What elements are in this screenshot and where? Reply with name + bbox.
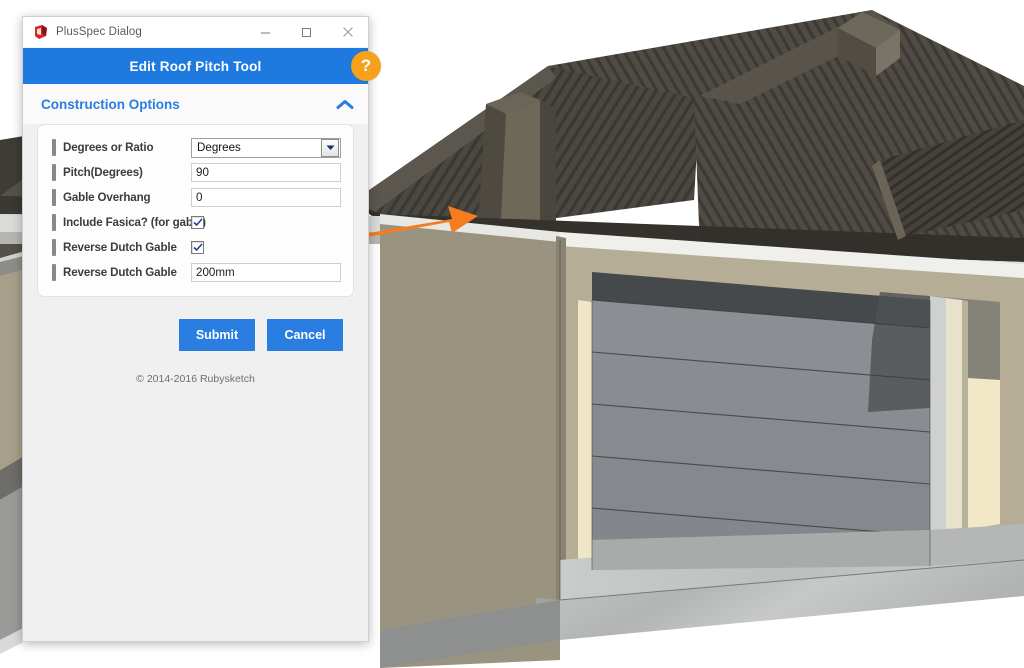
gable-overhang-input[interactable] [191, 188, 341, 207]
select-value: Degrees [197, 141, 241, 154]
field-accent-bar [52, 189, 56, 206]
maximize-button[interactable] [286, 18, 327, 47]
pitch-degrees-input[interactable] [191, 163, 341, 182]
field-accent-bar [52, 214, 56, 231]
field-accent-bar [52, 239, 56, 256]
reverse-dutch-gable-input[interactable] [191, 263, 341, 282]
field-label: Include Fasica? (for gable) [63, 216, 206, 229]
field-accent-bar [52, 264, 56, 281]
field-row-reverse-dutch-gable-toggle: Reverse Dutch Gable [38, 235, 353, 260]
field-row-degrees-or-ratio: Degrees or Ratio Degrees [38, 135, 353, 160]
dialog-title-bar[interactable]: PlusSpec Dialog [23, 17, 368, 48]
field-accent-bar [52, 164, 56, 181]
tool-title: Edit Roof Pitch Tool [129, 58, 262, 74]
section-title: Construction Options [41, 96, 180, 112]
field-row-include-fascia: Include Fasica? (for gable) [38, 210, 353, 235]
dialog-header-bar: Edit Roof Pitch Tool ? [23, 48, 381, 84]
screenshot-root: PlusSpec Dialog Edit Roof Pitch Tool ? C… [0, 0, 1024, 668]
plusspec-dialog-window[interactable]: PlusSpec Dialog Edit Roof Pitch Tool ? C… [22, 16, 381, 642]
degrees-or-ratio-select[interactable]: Degrees [191, 137, 341, 158]
field-row-gable-overhang: Gable Overhang [38, 185, 353, 210]
minimize-button[interactable] [245, 18, 286, 47]
dialog-body: Construction Options Degrees or Ratio De… [23, 84, 368, 641]
chevron-up-icon[interactable] [336, 99, 354, 110]
field-label: Degrees or Ratio [63, 141, 154, 154]
field-label: Reverse Dutch Gable [63, 241, 177, 254]
reverse-dutch-gable-checkbox[interactable] [191, 241, 204, 254]
construction-options-header[interactable]: Construction Options [23, 84, 368, 124]
field-row-reverse-dutch-gable-value: Reverse Dutch Gable [38, 260, 353, 285]
cancel-button[interactable]: Cancel [267, 319, 343, 351]
close-button[interactable] [327, 18, 368, 47]
copyright-text: © 2014-2016 Rubysketch [136, 373, 255, 385]
include-fascia-checkbox[interactable] [191, 216, 204, 229]
options-card: Degrees or Ratio Degrees Pitch(Degrees) [37, 124, 354, 297]
dialog-actions: Submit Cancel [23, 297, 368, 351]
sketchup-logo-icon [35, 25, 47, 39]
help-button[interactable]: ? [351, 51, 381, 81]
field-label: Gable Overhang [63, 191, 151, 204]
chevron-down-icon[interactable] [321, 138, 339, 157]
dialog-title: PlusSpec Dialog [56, 26, 142, 38]
field-label: Reverse Dutch Gable [63, 266, 177, 279]
field-accent-bar [52, 139, 56, 156]
field-label: Pitch(Degrees) [63, 166, 143, 179]
submit-button[interactable]: Submit [179, 319, 255, 351]
field-row-pitch-degrees: Pitch(Degrees) [38, 160, 353, 185]
